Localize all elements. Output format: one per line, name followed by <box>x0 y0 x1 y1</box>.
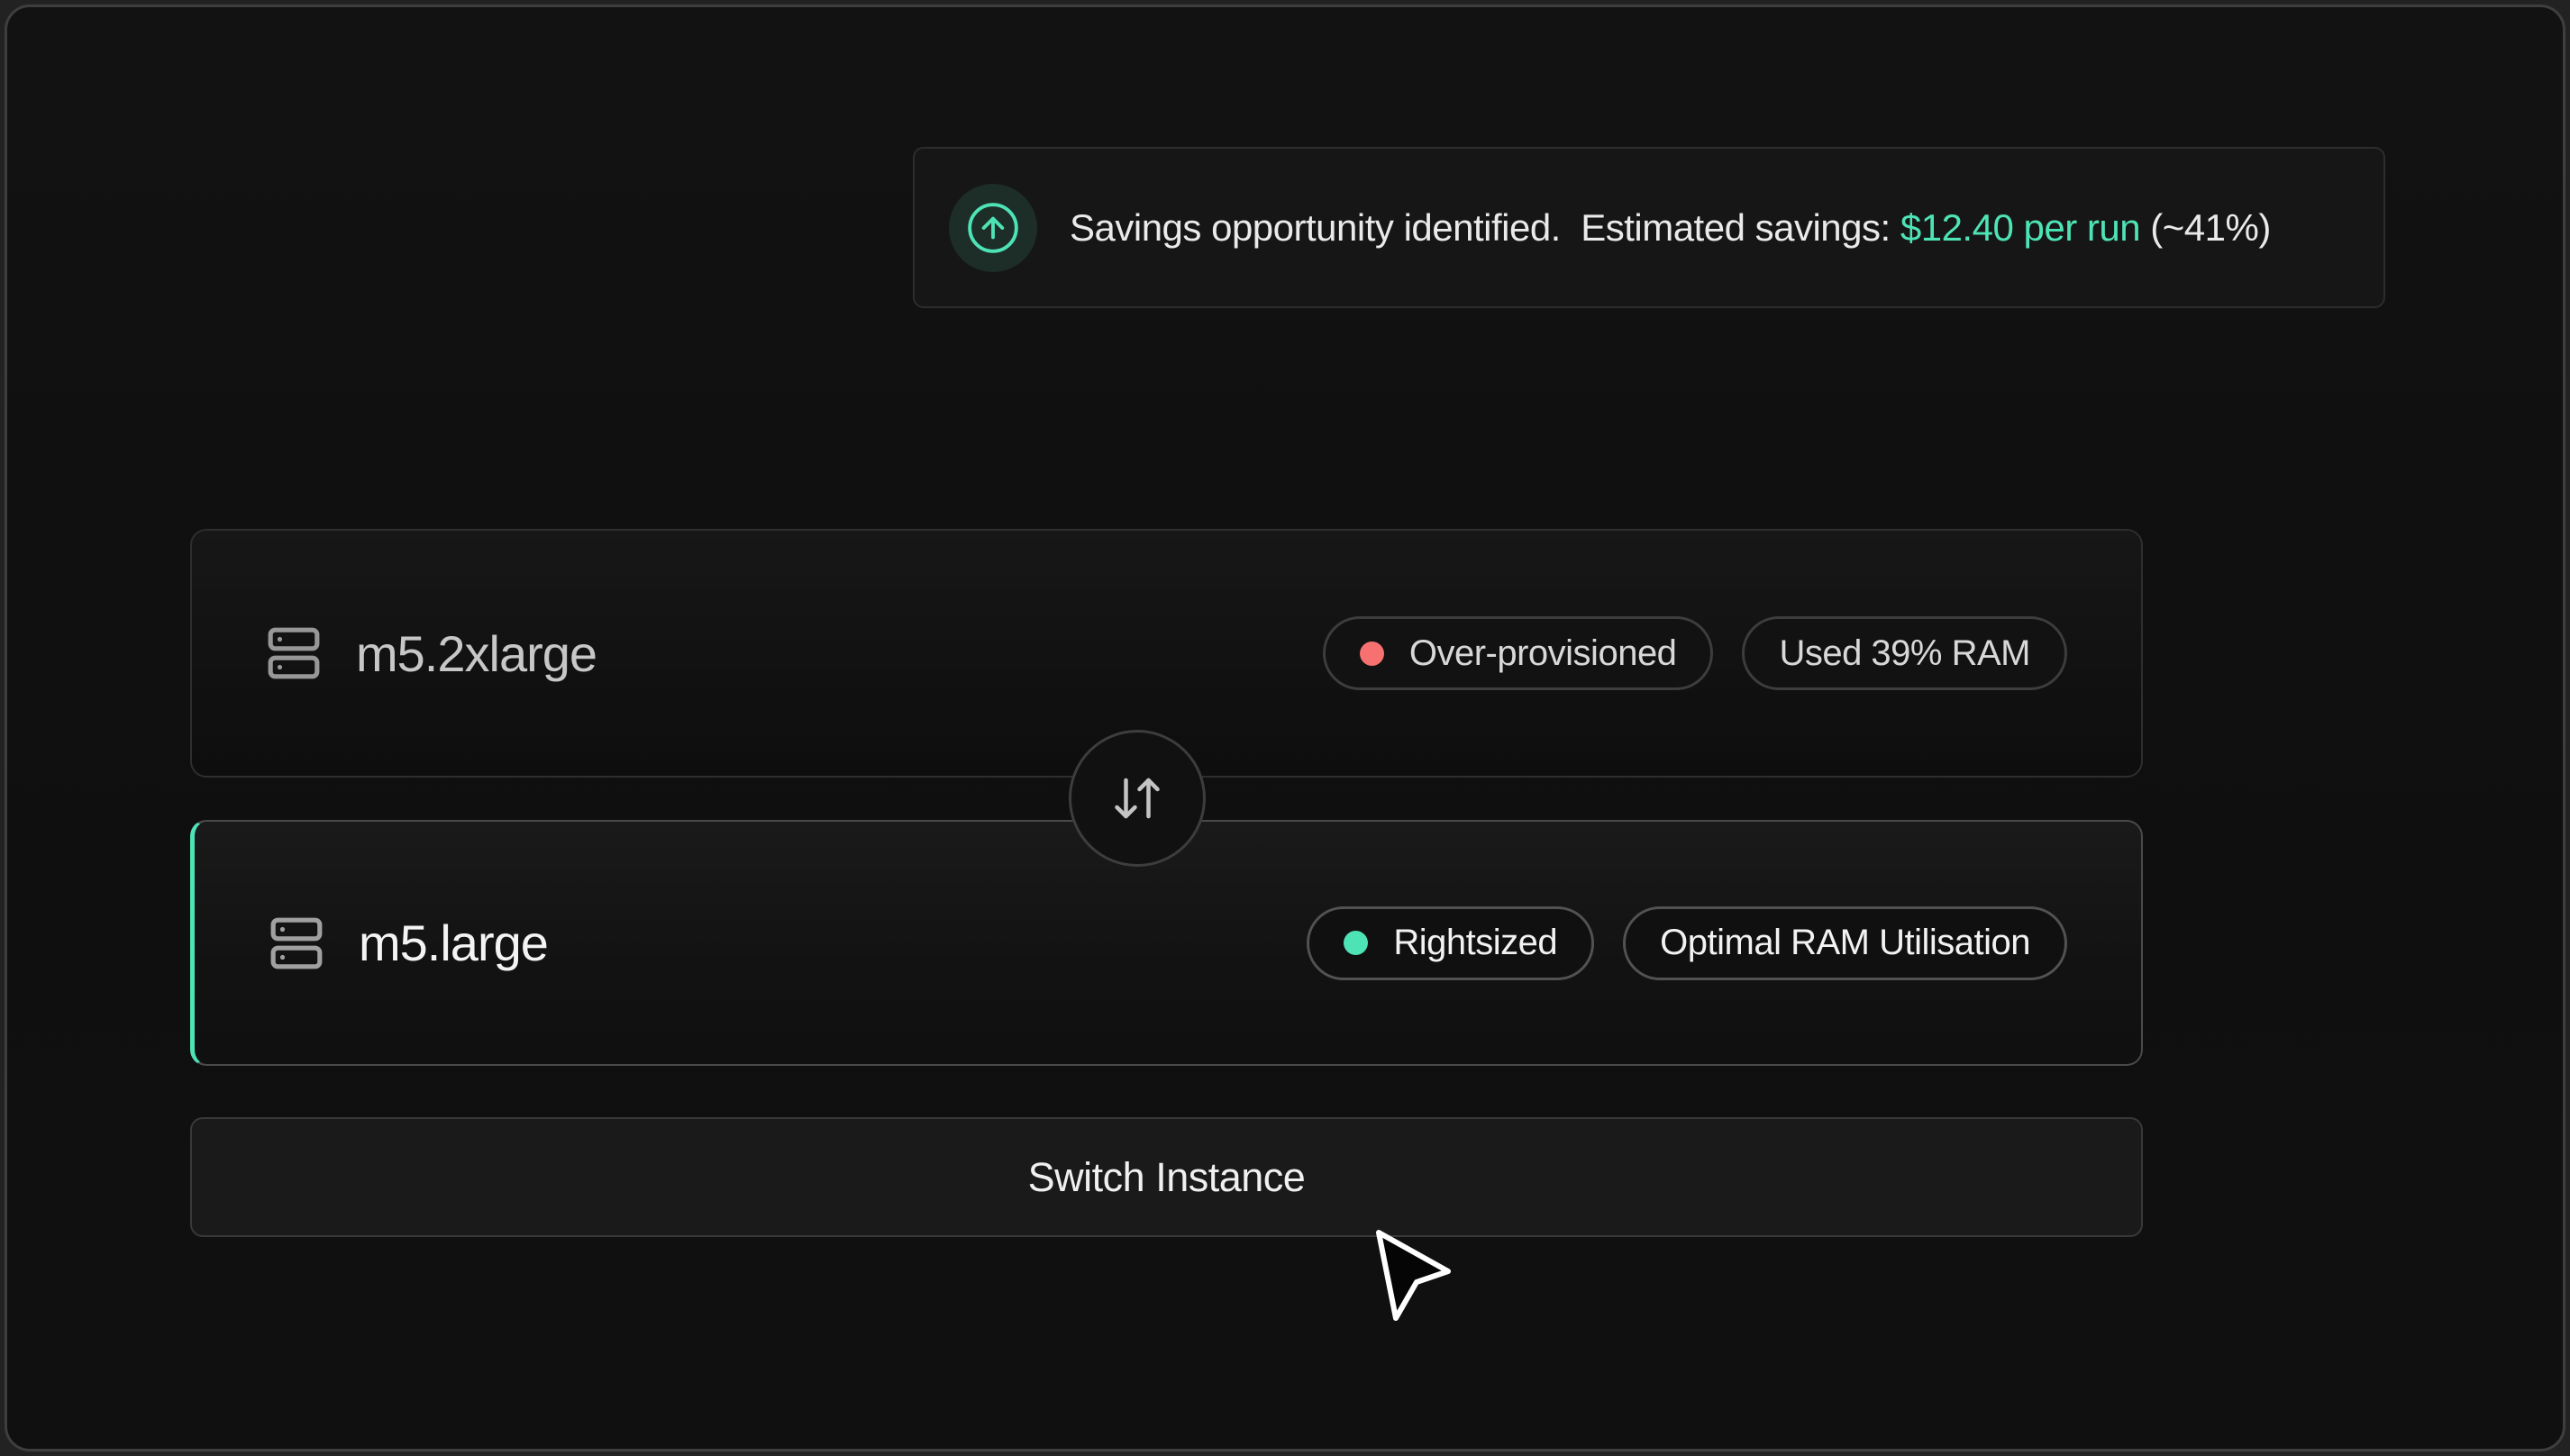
app-window: Savings opportunity identified. Estimate… <box>0 0 2570 1456</box>
ram-badge-label: Used 39% RAM <box>1779 633 2030 674</box>
status-badge-over-provisioned: Over-provisioned <box>1323 616 1714 690</box>
ram-usage-badge: Used 39% RAM <box>1742 616 2067 690</box>
swap-arrows-icon <box>1069 730 1206 867</box>
circle-arrow-up-icon <box>949 184 1037 272</box>
banner-text-suffix: (~41%) <box>2140 206 2271 249</box>
status-badge-label: Rightsized <box>1393 923 1557 963</box>
savings-banner-text: Savings opportunity identified. Estimate… <box>1070 206 2271 250</box>
status-dot <box>1344 931 1368 955</box>
server-icon <box>269 913 324 974</box>
status-dot <box>1360 642 1384 666</box>
savings-banner: Savings opportunity identified. Estimate… <box>913 147 2385 308</box>
server-icon <box>266 623 322 684</box>
ram-badge-label: Optimal RAM Utilisation <box>1660 923 2030 963</box>
ram-usage-badge: Optimal RAM Utilisation <box>1623 906 2067 980</box>
status-badge-label: Over-provisioned <box>1409 633 1677 674</box>
banner-text-prefix: Savings opportunity identified. Estimate… <box>1070 206 1900 249</box>
switch-instance-button[interactable]: Switch Instance <box>190 1117 2143 1237</box>
status-badge-rightsized: Rightsized <box>1307 906 1594 980</box>
switch-instance-label: Switch Instance <box>1028 1154 1306 1201</box>
savings-amount: $12.40 per run <box>1900 206 2140 249</box>
instance-name: m5.2xlarge <box>356 624 597 683</box>
instance-name: m5.large <box>359 914 548 972</box>
